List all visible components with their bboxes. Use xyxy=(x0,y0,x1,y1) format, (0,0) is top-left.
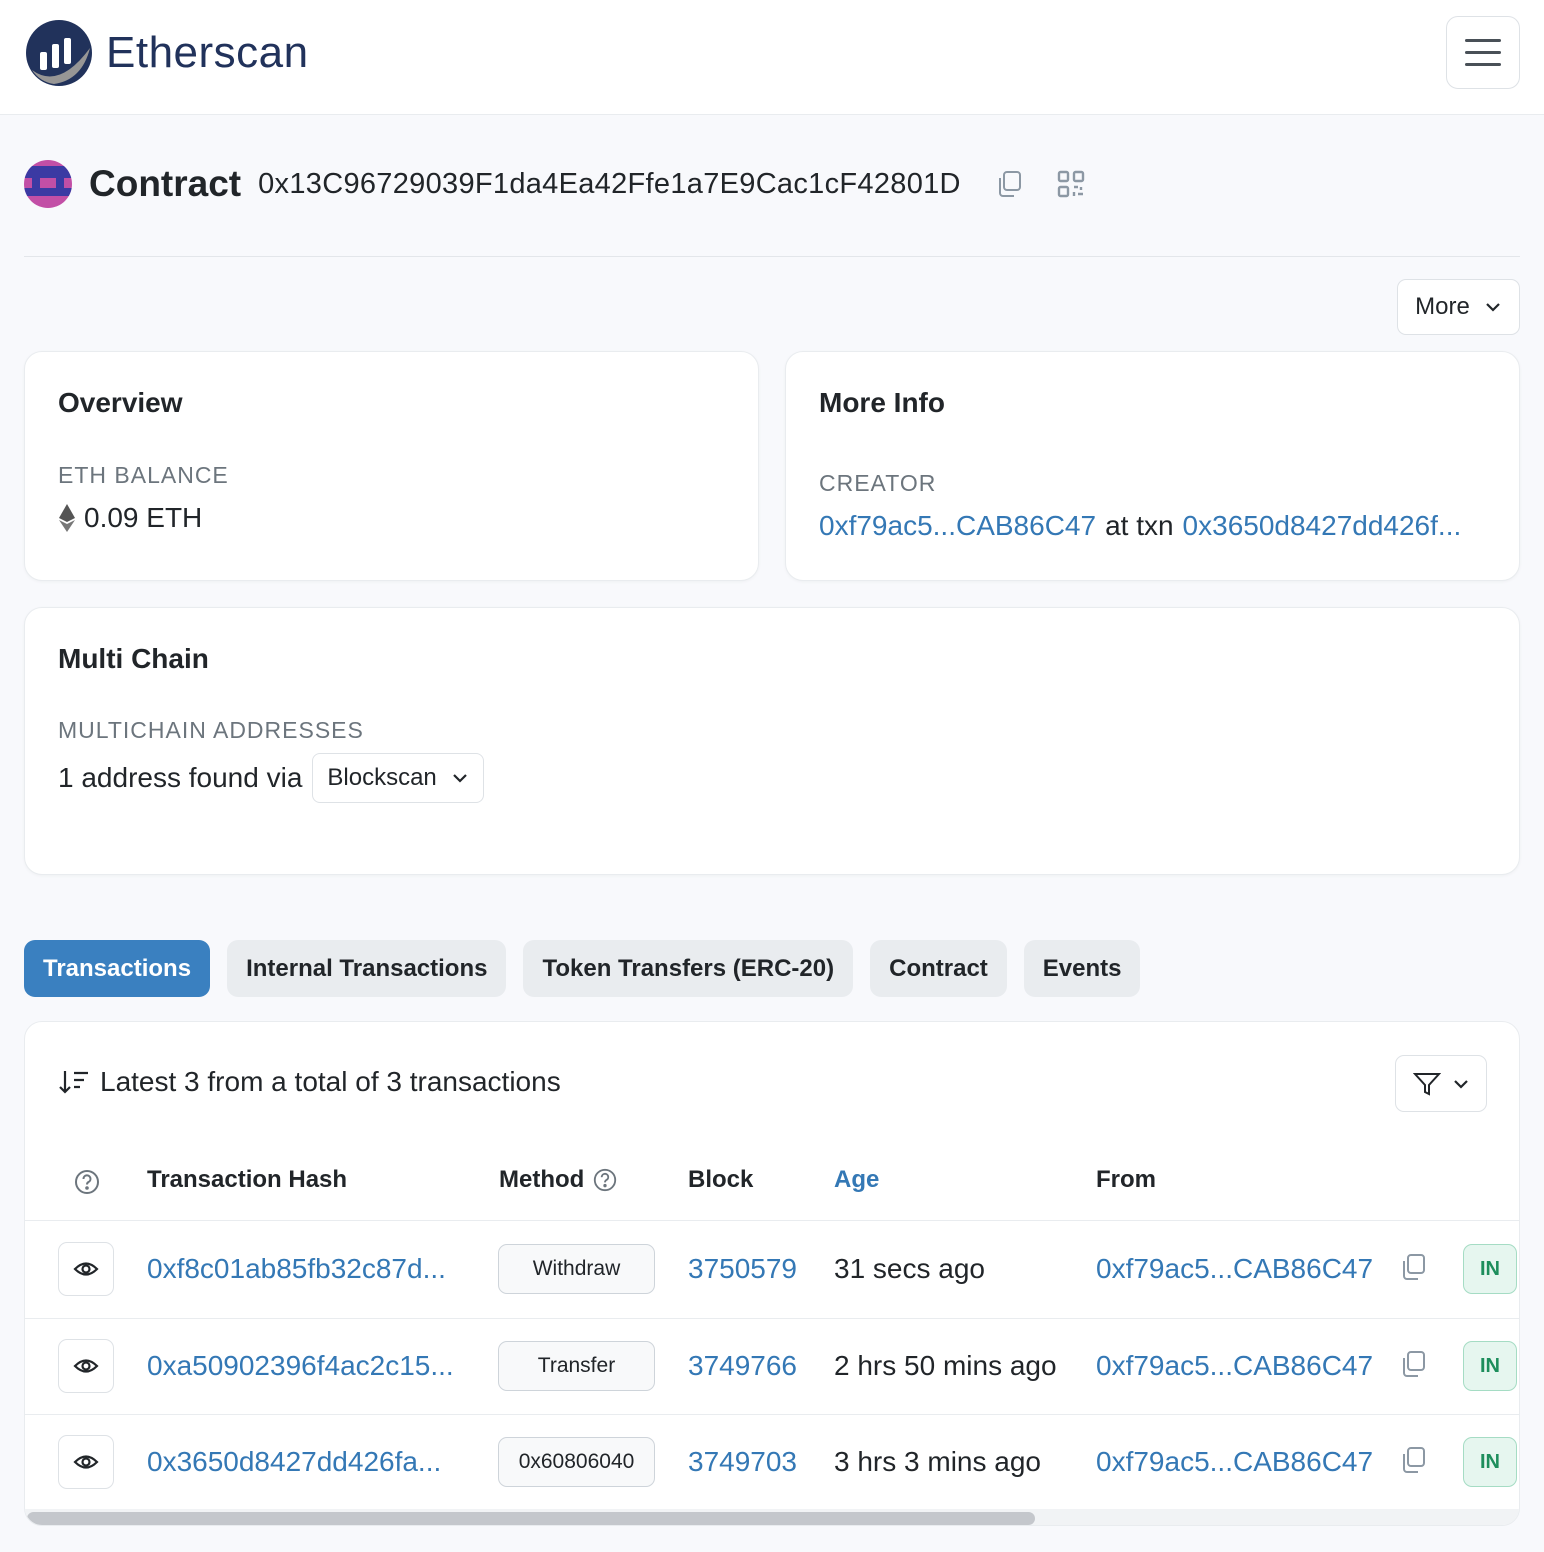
multichain-found-text: 1 address found via xyxy=(58,762,303,793)
transactions-summary-text: Latest 3 from a total of 3 transactions xyxy=(100,1066,561,1097)
help-circle-icon[interactable] xyxy=(73,1168,101,1196)
more-button-label: More xyxy=(1415,293,1470,320)
copy-icon[interactable] xyxy=(1397,1348,1429,1380)
eye-icon xyxy=(73,1455,99,1469)
tx-hash-link[interactable]: 0x3650d8427dd426fa... xyxy=(147,1414,441,1510)
chevron-down-icon xyxy=(1454,1079,1468,1089)
hamburger-menu-icon xyxy=(1465,39,1501,42)
eye-icon xyxy=(73,1359,99,1373)
table-row: 0x3650d8427dd426fa... 0x60806040 3749703… xyxy=(25,1414,1519,1510)
transactions-card: Latest 3 from a total of 3 transactions … xyxy=(24,1021,1520,1526)
column-from: From xyxy=(1096,1166,1156,1193)
blockie-avatar-icon xyxy=(24,160,72,208)
contract-label: Contract xyxy=(89,163,242,204)
view-details-button[interactable] xyxy=(58,1435,114,1489)
tab-token-transfers[interactable]: Token Transfers (ERC-20) xyxy=(523,940,854,997)
method-badge: Transfer xyxy=(498,1341,655,1391)
top-navbar: Etherscan xyxy=(0,0,1544,115)
column-block: Block xyxy=(688,1166,754,1193)
method-badge: Withdraw xyxy=(498,1244,655,1294)
eth-balance-row: 0.09 ETH xyxy=(58,502,202,534)
table-row: 0xf8c01ab85fb32c87d... Withdraw 3750579 … xyxy=(25,1221,1519,1317)
copy-icon[interactable] xyxy=(993,168,1025,200)
help-circle-icon[interactable] xyxy=(592,1167,618,1193)
overview-title: Overview xyxy=(58,387,183,418)
table-row: 0xa50902396f4ac2c15... Transfer 3749766 … xyxy=(25,1318,1519,1414)
tab-contract[interactable]: Contract xyxy=(870,940,1007,997)
overview-card: Overview ETH BALANCE 0.09 ETH xyxy=(24,351,759,581)
direction-badge: IN xyxy=(1463,1244,1517,1294)
at-txn-text: at txn xyxy=(1105,510,1174,541)
blockscan-label: Blockscan xyxy=(327,764,437,791)
from-address-link[interactable]: 0xf79ac5...CAB86C47 xyxy=(1096,1221,1373,1317)
multichain-row: 1 address found via Blockscan xyxy=(58,753,484,803)
hamburger-menu-icon-bar xyxy=(1465,51,1501,54)
hamburger-menu-icon-bar xyxy=(1465,63,1501,66)
multichain-label: MULTICHAIN ADDRESSES xyxy=(58,717,364,743)
block-link[interactable]: 3749766 xyxy=(688,1318,797,1414)
scrollbar-thumb[interactable] xyxy=(27,1512,1035,1525)
tab-transactions[interactable]: Transactions xyxy=(24,940,211,997)
tx-hash-link[interactable]: 0xa50902396f4ac2c15... xyxy=(147,1318,454,1414)
etherscan-logo-icon xyxy=(26,20,92,86)
contract-address: 0x13C96729039F1da4Ea42Ffe1a7E9Cac1cF4280… xyxy=(258,167,961,200)
contract-header: Contract 0x13C96729039F1da4Ea42Ffe1a7E9C… xyxy=(24,160,1087,208)
more-dropdown-button[interactable]: More xyxy=(1397,279,1520,335)
method-badge: 0x60806040 xyxy=(498,1437,655,1487)
eth-balance-label: ETH BALANCE xyxy=(58,462,229,488)
tx-age: 31 secs ago xyxy=(834,1253,985,1284)
transactions-summary: Latest 3 from a total of 3 transactions xyxy=(58,1066,561,1098)
chevron-down-icon xyxy=(453,774,467,783)
creator-row: 0xf79ac5...CAB86C47 at txn 0x3650d8427dd… xyxy=(819,510,1461,542)
block-link[interactable]: 3749703 xyxy=(688,1414,797,1510)
tab-events[interactable]: Events xyxy=(1023,940,1141,997)
column-method: Method xyxy=(499,1166,618,1194)
address-tabs: Transactions Internal Transactions Token… xyxy=(24,940,1141,997)
more-info-title: More Info xyxy=(819,387,945,418)
tab-internal-transactions[interactable]: Internal Transactions xyxy=(227,940,507,997)
from-address-link[interactable]: 0xf79ac5...CAB86C47 xyxy=(1096,1318,1373,1414)
direction-badge: IN xyxy=(1463,1341,1517,1391)
column-method-label: Method xyxy=(499,1166,585,1193)
copy-icon[interactable] xyxy=(1397,1251,1429,1283)
creator-label: CREATOR xyxy=(819,470,937,496)
direction-badge: IN xyxy=(1463,1437,1517,1487)
view-details-button[interactable] xyxy=(58,1242,114,1296)
eye-icon xyxy=(73,1262,99,1276)
filter-dropdown-button[interactable] xyxy=(1395,1055,1487,1112)
brand-logo[interactable]: Etherscan xyxy=(24,18,309,88)
multichain-card: Multi Chain MULTICHAIN ADDRESSES 1 addre… xyxy=(24,607,1520,875)
filter-icon xyxy=(1413,1072,1441,1096)
column-age[interactable]: Age xyxy=(834,1166,879,1194)
horizontal-scrollbar[interactable] xyxy=(25,1509,1519,1525)
multichain-title: Multi Chain xyxy=(58,643,209,674)
brand-name: Etherscan xyxy=(106,28,309,77)
block-link[interactable]: 3750579 xyxy=(688,1221,797,1317)
creator-txn-link[interactable]: 0x3650d8427dd426f... xyxy=(1183,510,1462,542)
tx-hash-link[interactable]: 0xf8c01ab85fb32c87d... xyxy=(147,1221,446,1317)
blockscan-dropdown[interactable]: Blockscan xyxy=(312,753,484,803)
view-details-button[interactable] xyxy=(58,1339,114,1393)
from-address-link[interactable]: 0xf79ac5...CAB86C47 xyxy=(1096,1414,1373,1510)
hamburger-menu-button[interactable] xyxy=(1446,16,1520,89)
copy-icon[interactable] xyxy=(1397,1444,1429,1476)
tx-age: 2 hrs 50 mins ago xyxy=(834,1350,1057,1381)
qr-code-icon[interactable] xyxy=(1055,168,1087,200)
eth-balance-value: 0.09 ETH xyxy=(84,502,203,533)
ethereum-icon xyxy=(59,504,75,532)
more-info-card: More Info CREATOR 0xf79ac5...CAB86C47 at… xyxy=(785,351,1520,581)
header-divider xyxy=(24,256,1520,257)
contract-avatar xyxy=(24,160,72,208)
sort-icon xyxy=(59,1071,88,1094)
creator-address-link[interactable]: 0xf79ac5...CAB86C47 xyxy=(819,510,1096,542)
tx-age: 3 hrs 3 mins ago xyxy=(834,1446,1041,1477)
chevron-down-icon xyxy=(1486,303,1500,312)
column-transaction-hash: Transaction Hash xyxy=(147,1166,348,1193)
